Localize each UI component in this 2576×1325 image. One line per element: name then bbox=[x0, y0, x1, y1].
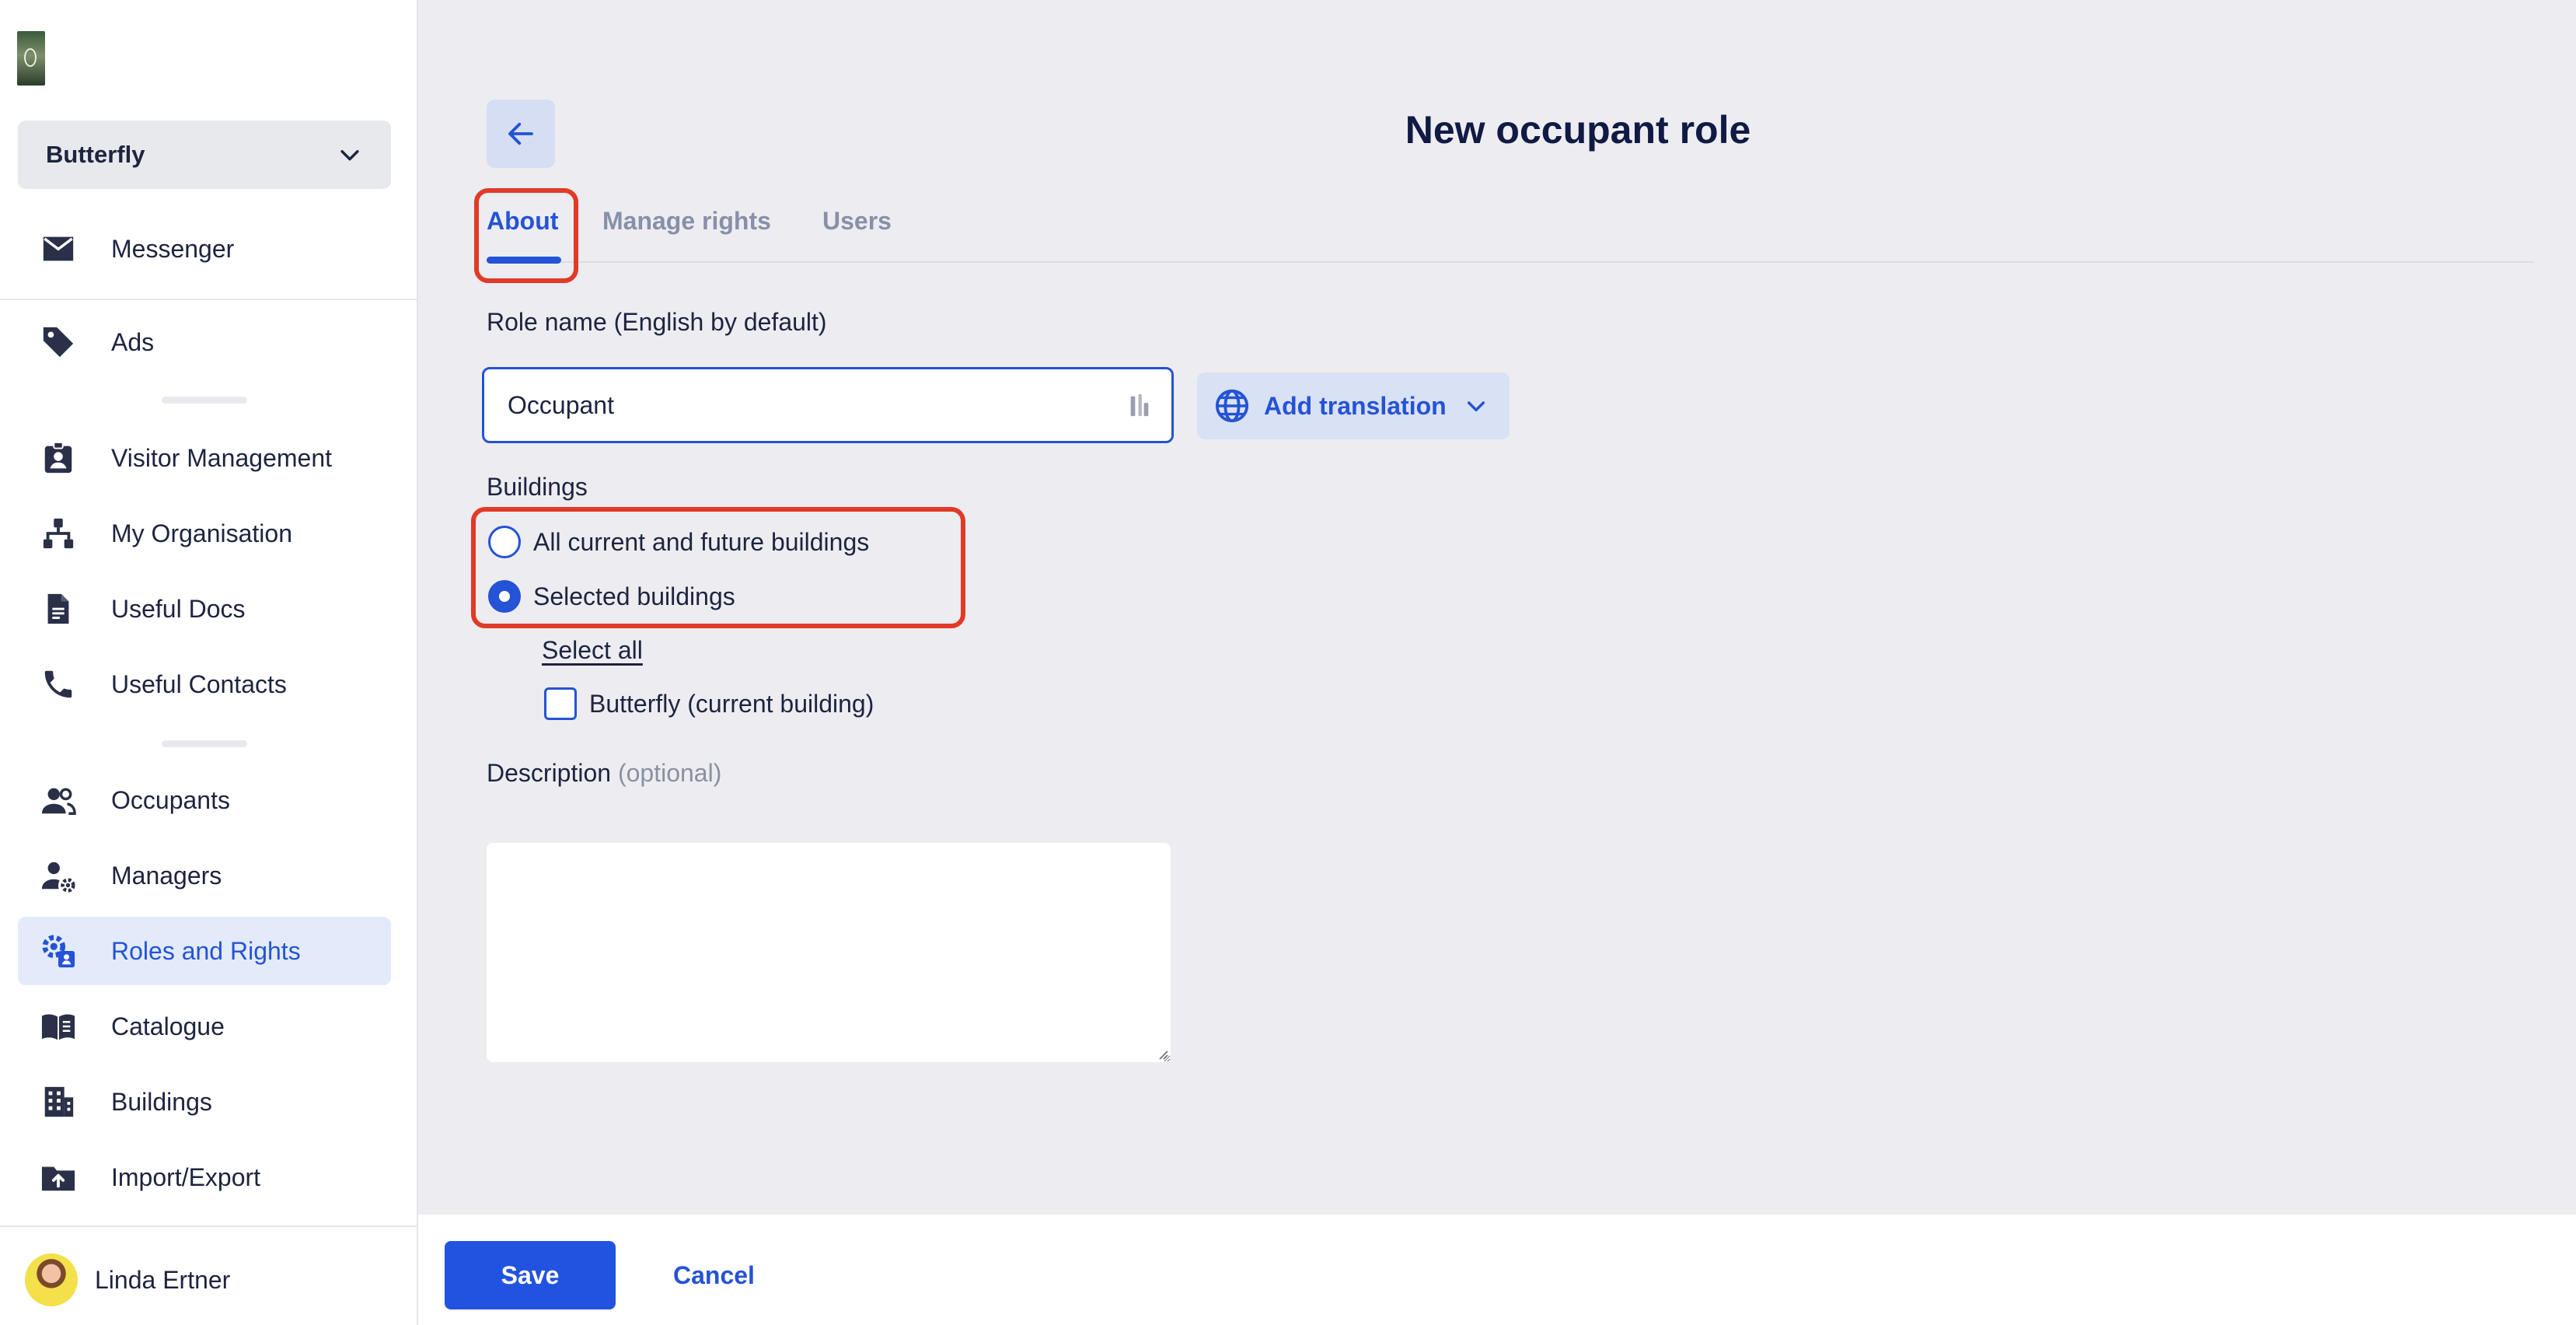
tab-users[interactable]: Users bbox=[822, 207, 892, 236]
tab-highlight-box bbox=[474, 188, 578, 283]
select-all-link[interactable]: Select all bbox=[542, 636, 643, 665]
avatar bbox=[25, 1253, 78, 1306]
divider bbox=[0, 299, 417, 300]
section-separator bbox=[162, 397, 247, 404]
chevron-down-icon bbox=[1467, 401, 1485, 412]
sidebar-item-catalogue[interactable]: Catalogue bbox=[18, 992, 391, 1061]
envelope-icon bbox=[40, 230, 77, 267]
sidebar-item-label: My Organisation bbox=[111, 519, 292, 547]
user-gear-icon bbox=[40, 857, 77, 894]
sidebar-item-label: Useful Docs bbox=[111, 594, 246, 623]
description-label: Description (optional) bbox=[487, 759, 721, 788]
arrow-left-icon bbox=[508, 122, 533, 145]
section-separator bbox=[162, 740, 247, 747]
page-title: New occupant role bbox=[1405, 108, 1751, 152]
building-icon bbox=[40, 1083, 77, 1120]
cancel-button[interactable]: Cancel bbox=[673, 1261, 755, 1290]
sidebar-item-label: Messenger bbox=[111, 234, 235, 263]
user-profile[interactable]: Linda Ertner bbox=[25, 1253, 230, 1306]
sidebar-item-roles-and-rights[interactable]: Roles and Rights bbox=[18, 917, 391, 985]
add-translation-button[interactable]: Add translation bbox=[1197, 372, 1510, 439]
description-textarea[interactable] bbox=[487, 843, 1171, 1062]
user-name: Linda Ertner bbox=[95, 1265, 231, 1294]
tag-icon bbox=[40, 323, 77, 361]
optional-hint: (optional) bbox=[617, 759, 722, 787]
add-translation-label: Add translation bbox=[1264, 391, 1447, 420]
app-logo bbox=[17, 31, 45, 86]
sidebar-item-import-export[interactable]: Import/Export bbox=[18, 1143, 391, 1211]
sidebar-item-useful-docs[interactable]: Useful Docs bbox=[18, 575, 391, 643]
checkbox[interactable] bbox=[544, 687, 577, 720]
sidebar-item-label: Catalogue bbox=[111, 1012, 225, 1040]
sidebar-item-label: Import/Export bbox=[111, 1162, 261, 1191]
chevron-down-icon bbox=[340, 150, 359, 161]
sidebar-item-label: Visitor Management bbox=[111, 443, 332, 472]
save-button[interactable]: Save bbox=[445, 1241, 616, 1309]
tab-manage-rights[interactable]: Manage rights bbox=[602, 207, 771, 236]
divider bbox=[0, 1225, 417, 1227]
building-checkbox-row[interactable]: Butterfly (current building) bbox=[544, 687, 874, 720]
sidebar-item-label: Useful Contacts bbox=[111, 669, 287, 698]
tabs-divider bbox=[487, 261, 2534, 263]
sidebar-item-label: Occupants bbox=[111, 785, 230, 814]
sidebar-item-useful-contacts[interactable]: Useful Contacts bbox=[18, 650, 391, 718]
folder-upload-icon bbox=[40, 1159, 77, 1196]
role-name-value: Occupant bbox=[508, 390, 614, 419]
roles-gear-icon bbox=[40, 932, 77, 970]
book-icon bbox=[40, 1008, 77, 1045]
globe-icon bbox=[1215, 389, 1249, 423]
role-name-label: Role name (English by default) bbox=[487, 308, 827, 336]
description-label-text: Description bbox=[487, 759, 612, 787]
document-icon bbox=[40, 590, 77, 628]
org-chart-icon bbox=[40, 515, 77, 552]
badge-icon bbox=[40, 439, 77, 477]
password-manager-icon bbox=[1130, 393, 1149, 417]
sidebar-item-label: Roles and Rights bbox=[111, 936, 301, 965]
users-icon bbox=[40, 781, 77, 819]
phone-icon bbox=[40, 666, 77, 703]
role-name-input[interactable]: Occupant bbox=[482, 367, 1174, 443]
sidebar-item-managers[interactable]: Managers bbox=[18, 841, 391, 910]
checkbox-label: Butterfly (current building) bbox=[589, 689, 874, 718]
sidebar-item-my-organisation[interactable]: My Organisation bbox=[18, 499, 391, 568]
resize-grip-icon[interactable] bbox=[1157, 1048, 1169, 1061]
sidebar-item-messenger[interactable]: Messenger bbox=[18, 215, 391, 283]
sidebar-item-visitor-management[interactable]: Visitor Management bbox=[18, 424, 391, 492]
sidebar-item-occupants[interactable]: Occupants bbox=[18, 766, 391, 834]
building-selector[interactable]: Butterfly bbox=[18, 121, 391, 189]
buildings-label: Buildings bbox=[487, 473, 588, 501]
sidebar-item-buildings[interactable]: Buildings bbox=[18, 1068, 391, 1136]
building-selector-label: Butterfly bbox=[46, 141, 145, 168]
sidebar: Butterfly Messenger Ads Visitor Manageme… bbox=[0, 0, 418, 1325]
sidebar-item-label: Managers bbox=[111, 861, 222, 890]
sidebar-item-ads[interactable]: Ads bbox=[18, 308, 391, 376]
buildings-highlight-box bbox=[471, 507, 965, 628]
back-button[interactable] bbox=[487, 100, 555, 168]
sidebar-item-label: Ads bbox=[111, 327, 155, 356]
sidebar-item-label: Buildings bbox=[111, 1087, 212, 1116]
